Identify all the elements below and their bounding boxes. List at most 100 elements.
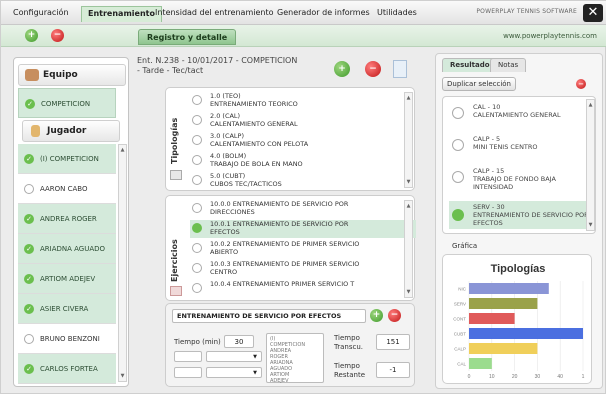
tipologias-chart-svg: Tipologías 0 10 20 30 40 1 NIC SERV CONT CUBT CALP…	[453, 263, 584, 380]
tipologia-item[interactable]: 2.0 (CAL) CALENTAMIENTO GENERAL	[190, 112, 416, 128]
chart-x-tick: 40	[557, 374, 563, 380]
equipo-item[interactable]: ✓ COMPETICION	[18, 88, 116, 118]
tiempo-input[interactable]: 30	[224, 335, 254, 348]
app-window: Configuración Entrenamiento Intensidad d…	[0, 0, 606, 394]
chart-bar	[469, 298, 538, 309]
remove-icon[interactable]: −	[51, 29, 64, 42]
jugador-label: ARTIOM ADEJEV	[40, 275, 96, 283]
remove-exercise-icon[interactable]: −	[388, 309, 401, 322]
ejercicio-item[interactable]: 10.0.4 ENTRENAMIENTO PRIMER SERVICIO T	[190, 280, 416, 298]
tipologia-name: TRABAJO DE BOLA EN MANO	[210, 160, 303, 168]
chart-category-label: CALP	[454, 347, 466, 352]
tipologia-item[interactable]: 5.0 (CUBT) CUBOS TEC/TACTICOS	[190, 172, 416, 188]
result-name: ENTRENAMIENTO DE SERVICIO POR EFECTOS	[473, 211, 589, 227]
middle-panel: Ent. N.238 - 10/01/2017 - COMPETICION - …	[131, 51, 421, 389]
check-icon: ✓	[25, 99, 35, 109]
main-menu-bar: Configuración Entrenamiento Intensidad d…	[1, 1, 606, 25]
menu-utilidades[interactable]: Utilidades	[371, 6, 423, 22]
tipologia-name: ENTRENAMIENTO TEORICO	[210, 100, 298, 108]
jugador-item[interactable]: ✓ ASIER CIVERA	[18, 294, 116, 324]
scroll-up-icon[interactable]: ▲	[119, 147, 126, 153]
jugador-item[interactable]: AARON CABO	[18, 174, 116, 204]
ejercicio-name: EFECTOS	[210, 228, 240, 236]
ejercicio-item[interactable]: 10.0.3 ENTRENAMIENTO DE PRIMER SERVICIO C…	[190, 260, 416, 278]
select-1[interactable]	[174, 351, 202, 362]
scroll-down-icon[interactable]: ▼	[587, 222, 594, 228]
radio-icon	[192, 175, 202, 185]
result-item[interactable]: CALP - 15 TRABAJO DE FONDO BAJA INTENSIDA…	[449, 167, 589, 193]
ejercicio-code: 10.0.4 ENTRENAMIENTO PRIMER SERVICIO T	[210, 280, 355, 288]
scroll-up-icon[interactable]: ▲	[587, 102, 594, 108]
jugador-scrollbar[interactable]: ▲ ▼	[118, 144, 127, 382]
session-title-line1: Ent. N.238 - 10/01/2017 - COMPETICION	[137, 56, 298, 65]
jugador-item[interactable]: ✓ CARLOS FORTEA	[18, 354, 116, 384]
jugador-item[interactable]: BRUNO BENZONI	[18, 324, 116, 354]
ejercicio-code: 10.0.0 ENTRENAMIENTO DE SERVICIO POR	[210, 200, 349, 208]
chart-x-tick: 10	[489, 374, 495, 380]
exercise-name-field[interactable]: ENTRENAMIENTO DE SERVICIO POR EFECTOS	[172, 309, 366, 323]
chart-bar	[469, 283, 549, 294]
ejercicio-item[interactable]: 10.0.2 ENTRENAMIENTO DE PRIMER SERVICIO A…	[190, 240, 416, 258]
menu-generador-informes[interactable]: Generador de informes	[271, 6, 376, 22]
remove-result-icon[interactable]: −	[576, 79, 586, 89]
detail-box: ENTRENAMIENTO DE SERVICIO POR EFECTOS + …	[165, 303, 415, 387]
chart-bar	[469, 358, 492, 369]
chart-title: Tipologías	[491, 263, 546, 275]
jugador-item[interactable]: ✓ (I) COMPETICION	[18, 144, 116, 174]
ejercicio-item[interactable]: 10.0.1 ENTRENAMIENTO DE SERVICIO POR EFEC…	[190, 220, 416, 238]
scroll-up-icon[interactable]: ▲	[405, 203, 412, 209]
result-item[interactable]: SERV - 30 ENTRENAMIENTO DE SERVICIO POR E…	[449, 201, 589, 229]
website-link[interactable]: www.powerplaytennis.com	[503, 32, 597, 40]
menu-intensidad[interactable]: Intensidad del entrenamiento	[149, 6, 280, 22]
jugador-item[interactable]: ✓ ANDREA ROGER	[18, 204, 116, 234]
tiempo-transcu-value: 151	[376, 334, 410, 350]
tipologia-item[interactable]: 3.0 (CALP) CALENTAMIENTO CON PELOTA	[190, 132, 416, 148]
close-button[interactable]: ✕	[583, 4, 603, 22]
radio-icon	[192, 203, 202, 213]
players-list[interactable]: (I) COMPETICION ANDREA ROGER ARIADNA AGU…	[266, 333, 324, 384]
brand-text: POWERPLAY TENNIS SOFTWARE	[476, 8, 577, 15]
jugador-item[interactable]: ✓ ARTIOM ADEJEV	[18, 264, 116, 294]
tiempo-restante-value: -1	[376, 362, 410, 378]
tipologia-item[interactable]: 1.0 (TEO) ENTRENAMIENTO TEORICO	[190, 92, 416, 108]
add-icon[interactable]: +	[25, 29, 38, 42]
players-list-item: ADEJEV	[270, 378, 289, 384]
tipologias-scrollbar[interactable]: ▲ ▼	[404, 92, 413, 188]
add-entry-icon[interactable]: +	[334, 61, 350, 77]
ejercicios-scrollbar[interactable]: ▲ ▼	[404, 200, 413, 298]
tipologia-code: 5.0 (CUBT)	[210, 172, 246, 180]
menu-configuracion[interactable]: Configuración	[7, 6, 75, 22]
select-2[interactable]: ▼	[206, 351, 262, 362]
scroll-down-icon[interactable]: ▼	[405, 179, 412, 185]
grafica-label: Gráfica	[452, 242, 478, 250]
check-icon: ✓	[24, 364, 34, 374]
duplicate-selection-button[interactable]: Duplicar selección	[442, 77, 516, 91]
tiempo-label: Tiempo (min)	[174, 338, 221, 346]
tipologia-item[interactable]: 4.0 (BOLM) TRABAJO DE BOLA EN MANO	[190, 152, 416, 168]
scroll-up-icon[interactable]: ▲	[405, 95, 412, 101]
select-3[interactable]	[174, 367, 202, 378]
ejercicio-item[interactable]: 10.0.0 ENTRENAMIENTO DE SERVICIO POR DIRE…	[190, 200, 416, 218]
select-4[interactable]: ▼	[206, 367, 262, 378]
result-item[interactable]: CALP - 5 MINI TENIS CENTRO	[449, 135, 589, 159]
results-scrollbar[interactable]: ▲ ▼	[586, 99, 595, 231]
chart-category-label: CONT	[453, 317, 466, 322]
delete-entry-icon[interactable]: −	[365, 61, 381, 77]
radio-icon	[192, 115, 202, 125]
document-icon[interactable]	[393, 60, 407, 78]
session-title: Ent. N.238 - 10/01/2017 - COMPETICION - …	[137, 56, 297, 76]
tab-registro-detalle[interactable]: Registro y detalle	[138, 29, 237, 45]
player-icon	[31, 125, 40, 137]
ejercicio-name: DIRECCIONES	[210, 208, 255, 216]
radio-icon	[192, 95, 202, 105]
ejercicios-box: Ejercicios 10.0.0 ENTRENAMIENTO DE SERVI…	[165, 195, 416, 301]
add-exercise-icon[interactable]: +	[370, 309, 383, 322]
jugador-label: (I) COMPETICION	[40, 155, 99, 163]
jugador-item[interactable]: ✓ ARIADNA AGUADO	[18, 234, 116, 264]
result-item[interactable]: CAL - 10 CALENTAMIENTO GENERAL	[449, 103, 589, 127]
tipologia-name: CALENTAMIENTO GENERAL	[210, 120, 298, 128]
scroll-down-icon[interactable]: ▼	[405, 289, 412, 295]
tab-notas[interactable]: Notas	[490, 58, 527, 72]
left-panel: Equipo ✓ COMPETICION Jugador ✓ (I) COMPET…	[13, 57, 129, 387]
scroll-down-icon[interactable]: ▼	[119, 373, 126, 379]
